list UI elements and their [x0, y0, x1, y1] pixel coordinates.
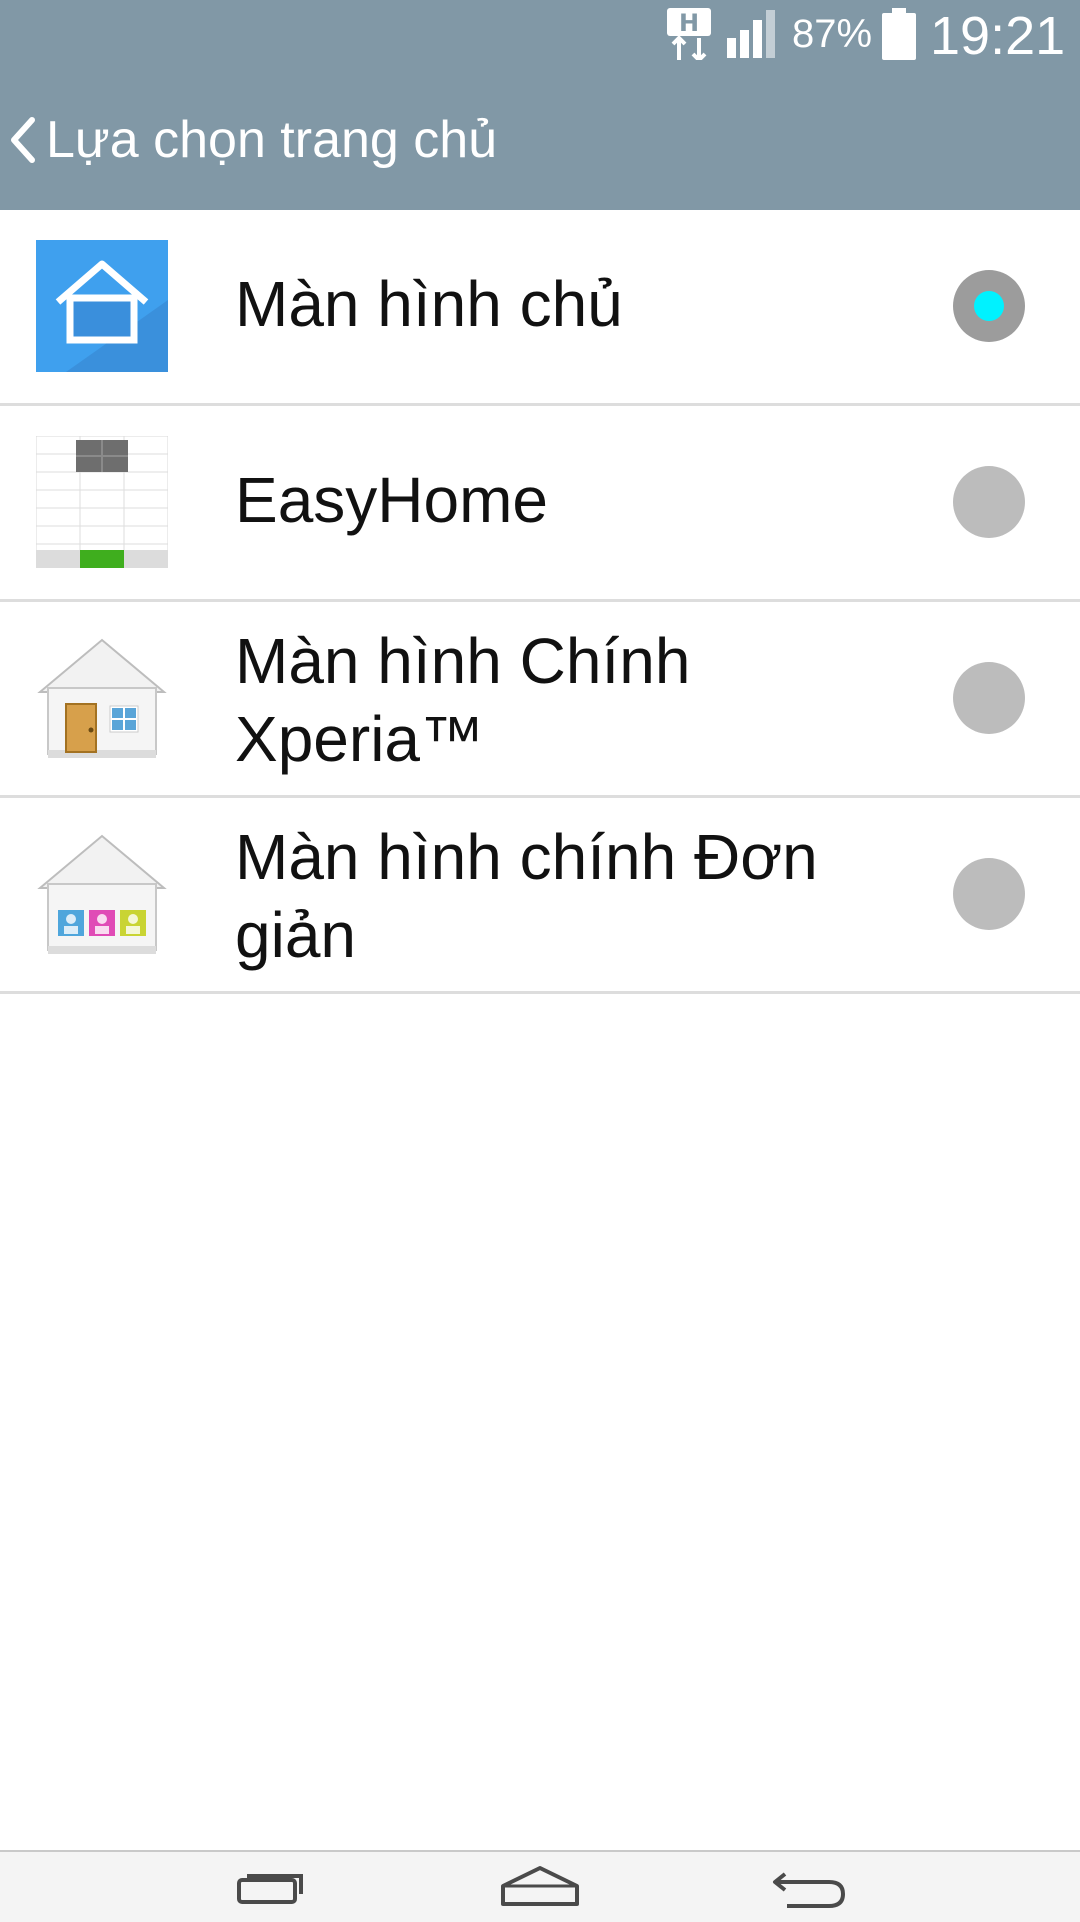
option-label: Màn hình chủ	[235, 268, 623, 340]
page-title: Lựa chọn trang chủ	[46, 111, 498, 169]
header: H 87% 19:21 Lựa chọn trang chủ	[0, 0, 1080, 210]
network-type-label: H	[679, 9, 699, 37]
option-label: Màn hình chính Đơn giản	[235, 821, 818, 971]
battery-percent: 87%	[792, 12, 873, 56]
radio-dot	[974, 291, 1004, 321]
option-label: Màn hình Chính Xperia™	[235, 625, 691, 775]
signal-strength-icon	[727, 10, 775, 58]
home-options-list: Màn hình chủ EasyHome Màn hình Chính Xpe…	[0, 210, 1080, 994]
xperia-home-icon	[37, 638, 167, 758]
lg-home-icon	[36, 240, 168, 372]
network-h-icon: H	[667, 8, 711, 60]
radio-selected[interactable]	[953, 270, 1025, 342]
home-option-xperia[interactable]: Màn hình Chính Xperia™	[0, 602, 1080, 798]
battery-icon	[882, 8, 916, 60]
home-icon[interactable]	[495, 1862, 585, 1912]
radio-unselected[interactable]	[953, 466, 1025, 538]
chevron-left-icon	[11, 117, 35, 163]
radio-unselected[interactable]	[953, 662, 1025, 734]
recent-apps-icon[interactable]	[225, 1862, 315, 1912]
clock: 19:21	[930, 6, 1066, 66]
action-bar-back[interactable]: Lựa chọn trang chủ	[0, 90, 1080, 190]
home-option-simple[interactable]: Màn hình chính Đơn giản	[0, 798, 1080, 994]
radio-unselected[interactable]	[953, 858, 1025, 930]
navigation-bar	[0, 1850, 1080, 1922]
home-option-easyhome[interactable]: EasyHome	[0, 406, 1080, 602]
easyhome-icon	[36, 436, 168, 568]
status-bar: H 87% 19:21	[0, 0, 1080, 70]
home-option-lg-home[interactable]: Màn hình chủ	[0, 210, 1080, 406]
simple-home-icon	[37, 834, 167, 954]
option-label: EasyHome	[235, 464, 548, 536]
back-icon[interactable]	[765, 1862, 855, 1912]
